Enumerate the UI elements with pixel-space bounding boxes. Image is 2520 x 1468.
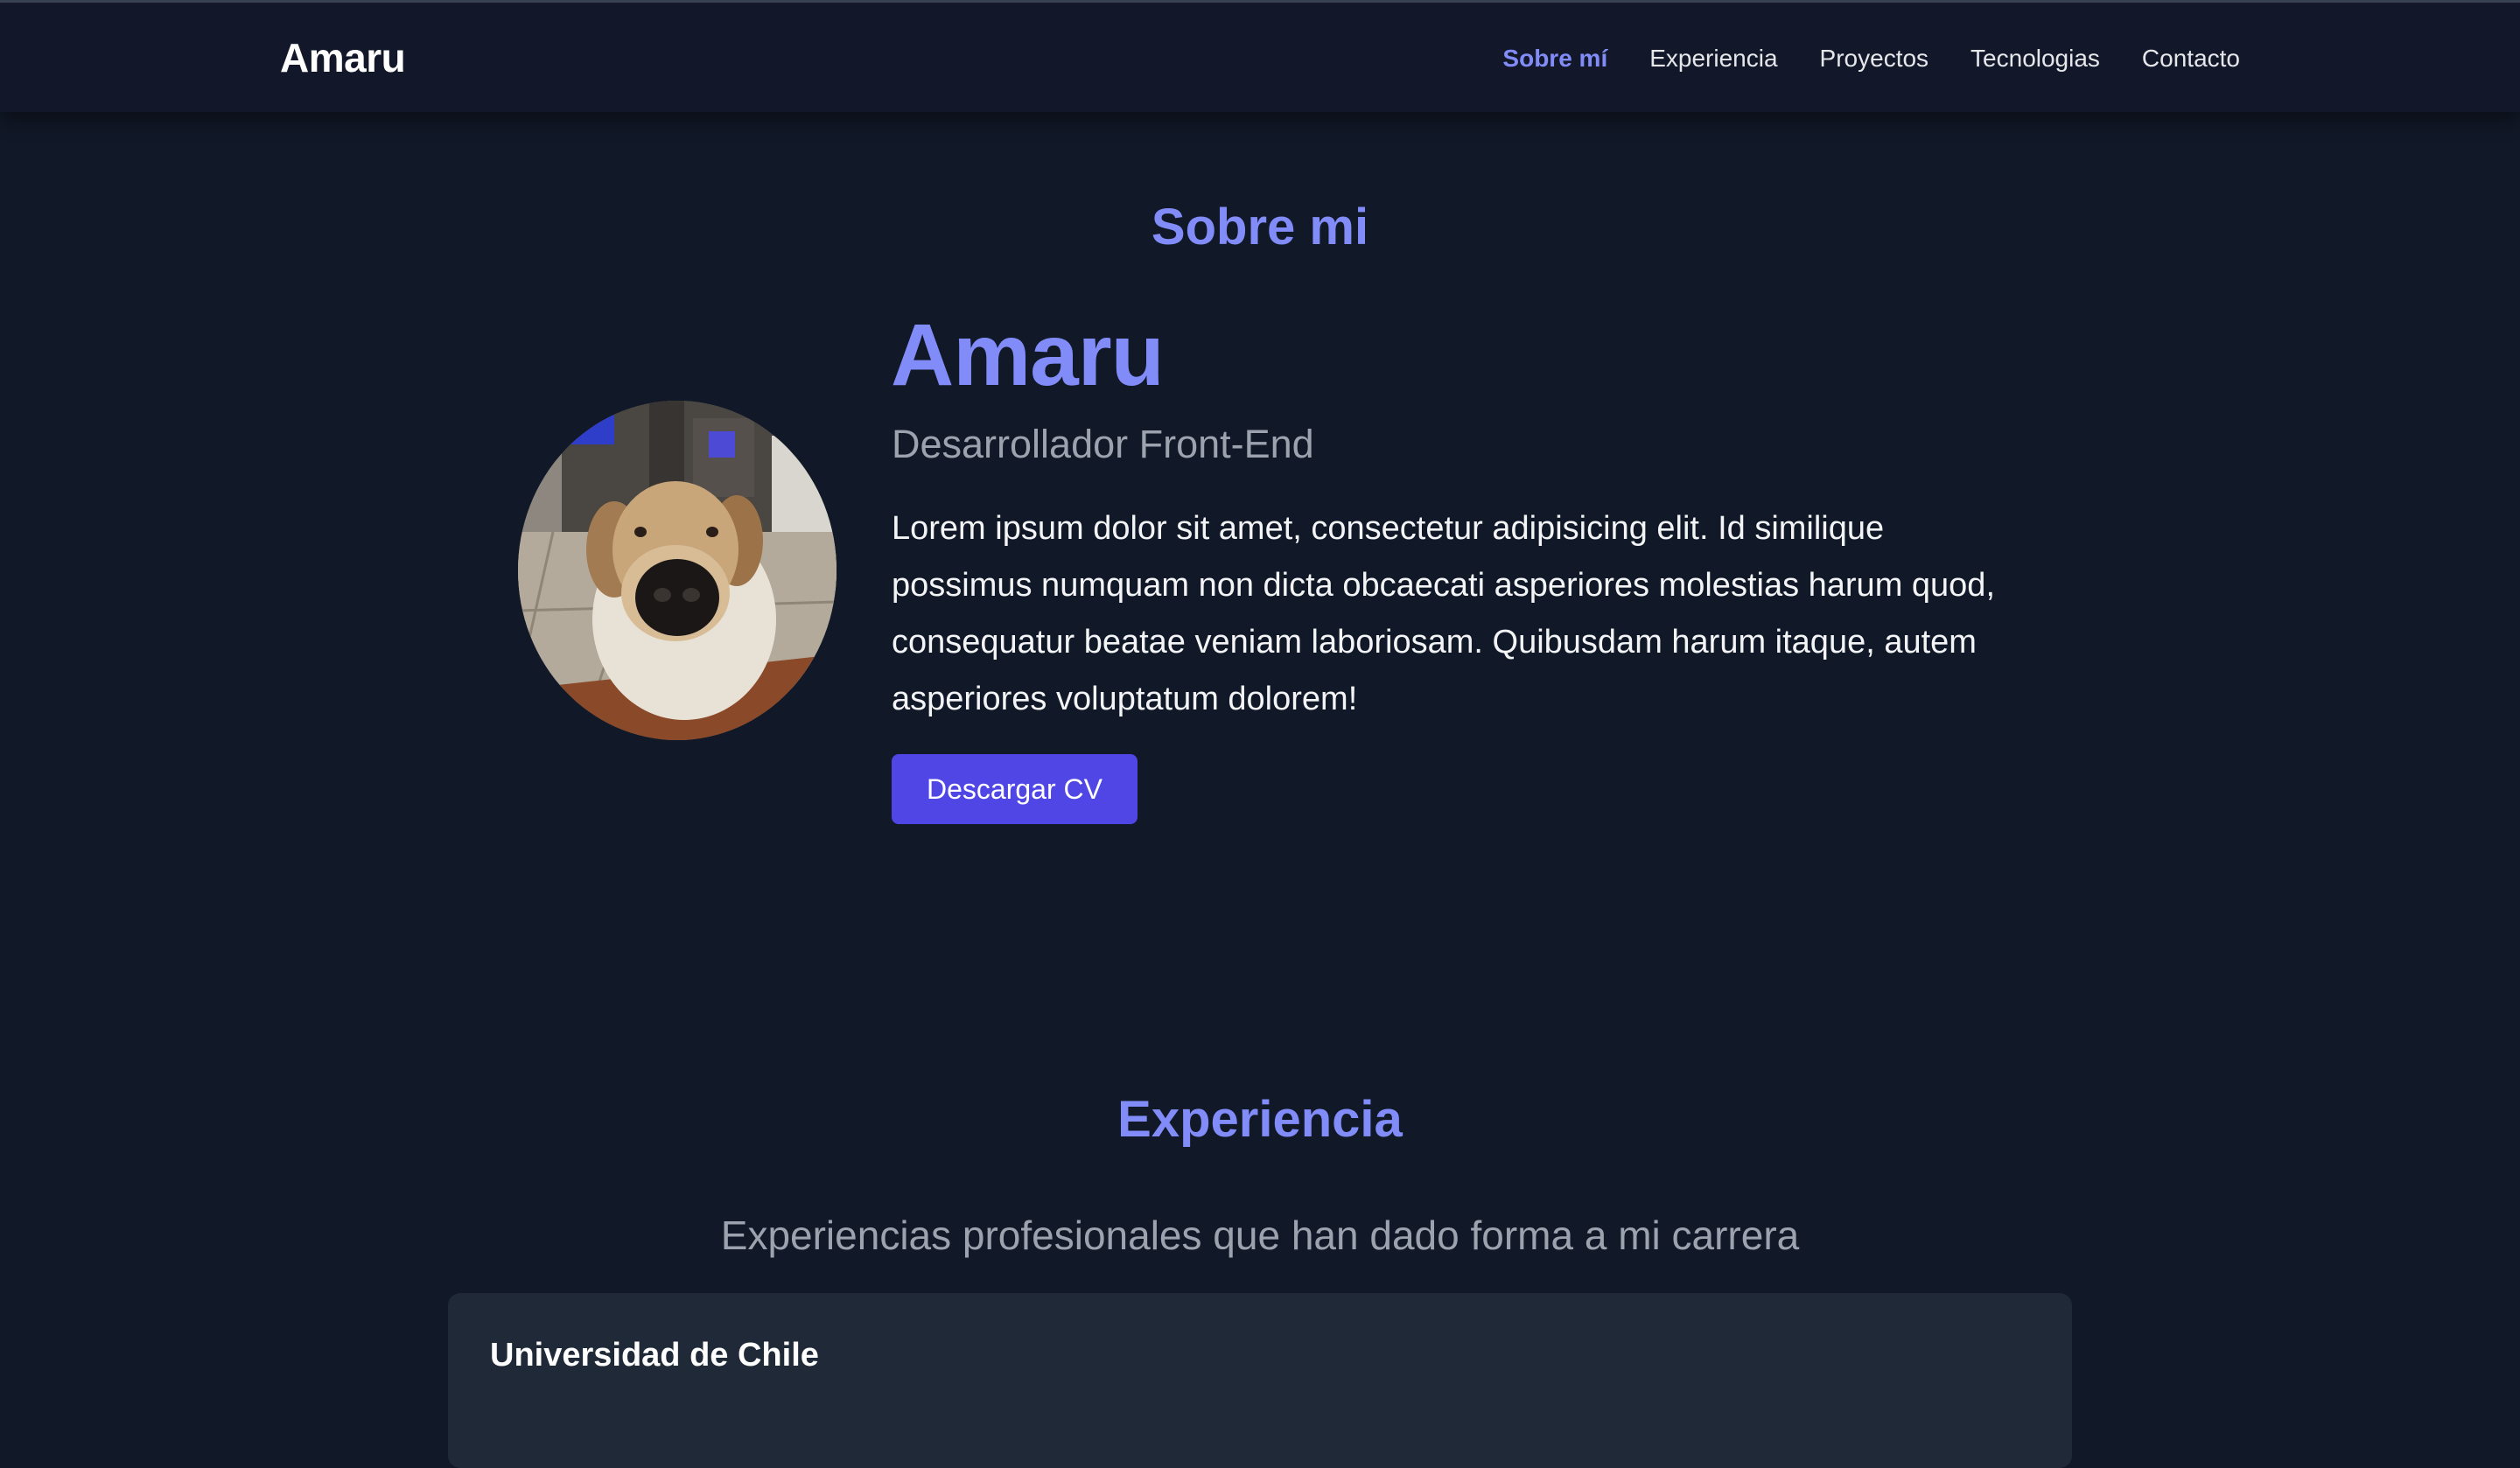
nav-link-contacto[interactable]: Contacto xyxy=(2142,45,2240,73)
download-cv-button[interactable]: Descargar CV xyxy=(892,754,1138,824)
nav-link-experiencia[interactable]: Experiencia xyxy=(1649,45,1777,73)
nav-link-sobre-mi[interactable]: Sobre mí xyxy=(1502,45,1607,73)
hero-name: Amaru xyxy=(891,306,1165,404)
brand-logo[interactable]: Amaru xyxy=(280,34,406,81)
nav-links: Sobre mí Experiencia Proyectos Tecnologi… xyxy=(1502,45,2240,73)
navbar: Amaru Sobre mí Experiencia Proyectos Tec… xyxy=(0,0,2520,112)
experience-subtitle: Experiencias profesionales que han dado … xyxy=(720,1213,1800,1258)
experience-card-title: Universidad de Chile xyxy=(490,1337,819,1374)
experience-section-title: Experiencia xyxy=(1117,1091,1403,1148)
experience-card: Universidad de Chile xyxy=(448,1293,2072,1468)
profile-photo xyxy=(518,401,836,740)
nav-link-tecnologias[interactable]: Tecnologias xyxy=(1970,45,2100,73)
hero-role: Desarrollador Front-End xyxy=(892,422,1314,466)
nav-link-proyectos[interactable]: Proyectos xyxy=(1820,45,1929,73)
about-section-title: Sobre mi xyxy=(1151,199,1369,255)
hero-bio: Lorem ipsum dolor sit amet, consectetur … xyxy=(892,510,1995,717)
